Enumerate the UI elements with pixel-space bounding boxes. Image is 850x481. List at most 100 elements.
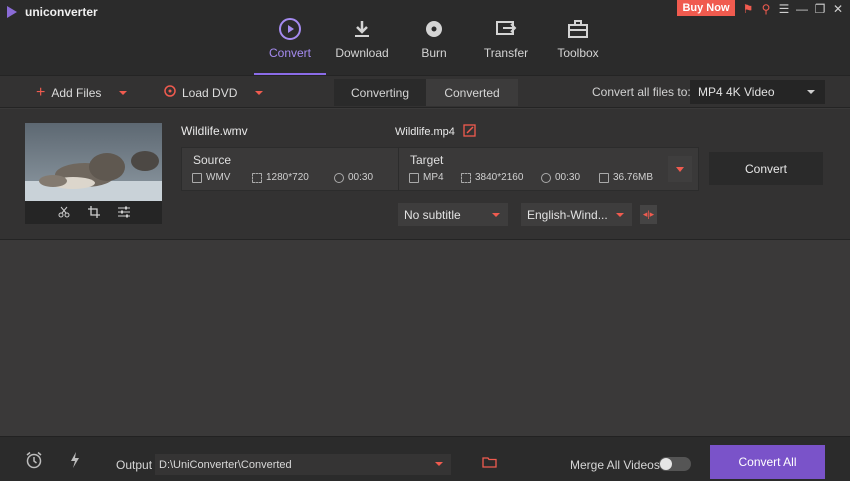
buy-now-button[interactable]: Buy Now: [677, 0, 735, 16]
tab-convert-label: Convert: [268, 46, 312, 60]
chevron-down-icon: [492, 213, 500, 217]
thumbnail-image: [25, 123, 162, 201]
add-files-button[interactable]: + Add Files: [36, 76, 128, 109]
load-dvd-button[interactable]: Load DVD: [164, 76, 264, 109]
toolbar: + Add Files Load DVD Converting Converte…: [0, 75, 850, 108]
output-format-select[interactable]: MP4 4K Video: [690, 80, 825, 104]
target-info: Target MP4 3840*2160 00:30 36.76MB: [398, 148, 668, 190]
tab-toolbox[interactable]: Toolbox: [542, 0, 614, 75]
subtitle-select[interactable]: No subtitle: [398, 203, 508, 226]
conversion-info: Source WMV 1280*720 00:30 Target MP4 384…: [181, 147, 699, 191]
output-path-value: D:\UniConverter\Converted: [159, 458, 292, 471]
source-resolution-value: 1280*720: [266, 172, 309, 183]
tab-burn-label: Burn: [421, 46, 447, 60]
effects-icon[interactable]: [117, 206, 130, 221]
window-controls: ⚑ ⚲ ☰ — ❐ ✕: [741, 2, 845, 16]
target-size-value: 36.76MB: [613, 172, 654, 183]
audio-track-select[interactable]: English-Wind...: [521, 203, 632, 226]
tab-toolbox-label: Toolbox: [557, 46, 599, 60]
load-dvd-label: Load DVD: [182, 85, 238, 100]
resolution-icon: [461, 172, 471, 183]
app-name: uniconverter: [25, 5, 98, 19]
source-file-name: Wildlife.wmv: [181, 124, 248, 138]
tab-transfer[interactable]: Transfer: [470, 0, 542, 75]
source-format: WMV: [192, 172, 230, 183]
merge-subtitle-icon[interactable]: ◂|▸: [640, 205, 657, 224]
folder-icon: [599, 172, 609, 183]
tab-convert[interactable]: Convert: [254, 0, 326, 75]
output-path-select[interactable]: D:\UniConverter\Converted: [155, 454, 451, 475]
chevron-down-icon: [435, 462, 443, 466]
alarm-clock-icon[interactable]: [25, 451, 43, 472]
main-nav: Convert Download Burn Transfer Toolbox: [254, 0, 614, 75]
source-info: Source WMV 1280*720 00:30: [182, 148, 398, 190]
burn-icon: [424, 16, 444, 41]
chevron-down-icon[interactable]: [255, 90, 264, 95]
edit-icon[interactable]: [463, 124, 476, 140]
minimize-icon[interactable]: —: [795, 2, 809, 16]
film-icon: [409, 172, 419, 183]
toggle-knob: [660, 458, 672, 470]
close-icon[interactable]: ✕: [831, 2, 845, 16]
status-tabs: Converting Converted: [334, 79, 518, 106]
tab-download-label: Download: [335, 46, 389, 60]
app-logo: uniconverter: [7, 5, 98, 19]
resolution-icon: [252, 172, 262, 183]
add-files-label: Add Files: [51, 85, 102, 100]
video-thumbnail[interactable]: [25, 123, 162, 224]
target-duration-value: 00:30: [555, 172, 581, 183]
chevron-down-icon: [676, 166, 684, 172]
file-item: Wildlife.wmv Wildlife.mp4 Source WMV 128…: [0, 109, 850, 240]
chevron-down-icon: [807, 90, 815, 94]
target-size: 36.76MB: [599, 172, 653, 183]
convert-icon: [278, 16, 302, 41]
source-duration-value: 00:30: [348, 172, 374, 183]
output-label: Output: [116, 458, 153, 472]
convert-all-to-label: Convert all files to:: [592, 85, 691, 99]
tab-converted[interactable]: Converted: [426, 79, 518, 106]
clock-icon: [334, 172, 344, 183]
output-format-value: MP4 4K Video: [698, 85, 775, 99]
target-resolution: 3840*2160: [461, 172, 523, 183]
toolbox-icon: [567, 16, 589, 41]
lightning-icon[interactable]: [68, 451, 82, 472]
chevron-down-icon[interactable]: [119, 90, 128, 95]
transfer-icon: [495, 16, 517, 41]
tab-transfer-label: Transfer: [483, 46, 529, 60]
crop-icon[interactable]: [87, 206, 100, 221]
tab-download[interactable]: Download: [326, 0, 398, 75]
target-resolution-value: 3840*2160: [475, 172, 524, 183]
source-resolution: 1280*720: [252, 172, 309, 183]
target-format-value: MP4: [423, 172, 444, 183]
download-icon: [352, 16, 372, 41]
target-title: Target: [410, 153, 444, 167]
target-settings-dropdown[interactable]: [668, 156, 692, 182]
source-title: Source: [193, 153, 232, 167]
clock-icon: [541, 172, 551, 183]
search-icon[interactable]: ⚲: [759, 2, 773, 16]
tab-burn[interactable]: Burn: [398, 0, 470, 75]
dvd-icon: [164, 85, 176, 100]
merge-all-toggle[interactable]: [659, 457, 691, 471]
title-bar: uniconverter Convert Download Burn Trans…: [0, 0, 850, 75]
convert-button[interactable]: Convert: [709, 152, 823, 185]
source-duration: 00:30: [334, 172, 373, 183]
gift-icon[interactable]: ⚑: [741, 2, 755, 16]
convert-all-button[interactable]: Convert All: [710, 445, 825, 479]
maximize-icon[interactable]: ❐: [813, 2, 827, 16]
tab-converting[interactable]: Converting: [334, 79, 426, 106]
target-file-name: Wildlife.mp4: [395, 126, 455, 138]
scissors-icon[interactable]: [58, 206, 70, 221]
chevron-down-icon: [616, 213, 624, 217]
thumbnail-tools: [25, 203, 162, 224]
audio-track-value: English-Wind...: [527, 207, 608, 222]
target-format: MP4: [409, 172, 444, 183]
target-duration: 00:30: [541, 172, 580, 183]
menu-icon[interactable]: ☰: [777, 2, 791, 16]
logo-icon: [7, 6, 17, 18]
film-icon: [192, 172, 202, 183]
source-format-value: WMV: [206, 172, 231, 183]
folder-open-icon[interactable]: [482, 456, 497, 471]
subtitle-value: No subtitle: [404, 207, 461, 222]
merge-all-label: Merge All Videos: [570, 458, 660, 472]
